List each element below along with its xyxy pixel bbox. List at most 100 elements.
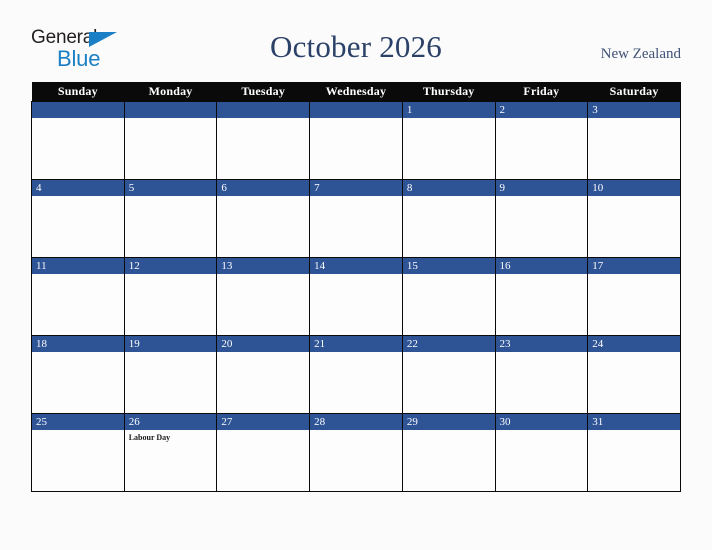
- day-events: [217, 274, 309, 276]
- day-number: 25: [32, 414, 124, 430]
- day-number: 9: [495, 180, 588, 196]
- day-number: [310, 102, 402, 118]
- day-number: 29: [402, 414, 495, 430]
- day-events: [125, 118, 217, 120]
- weekday-header-thursday: Thursday: [402, 82, 496, 102]
- day-number: 23: [495, 336, 588, 352]
- day-cell[interactable]: 29: [401, 413, 496, 492]
- day-events: [310, 430, 402, 432]
- week-row: 1 2 3: [31, 101, 681, 180]
- day-events: [217, 118, 309, 120]
- day-number: 13: [217, 258, 310, 274]
- weekday-header-friday: Friday: [495, 82, 588, 102]
- day-events: [496, 430, 588, 432]
- day-events: [496, 196, 588, 198]
- day-cell[interactable]: 23: [494, 335, 589, 414]
- day-events: [125, 352, 217, 354]
- day-cell[interactable]: 24: [587, 335, 681, 414]
- day-cell[interactable]: 1: [401, 101, 496, 180]
- day-cell[interactable]: 12: [123, 257, 218, 336]
- week-row: 18 19 20 21 22 23 24: [31, 335, 681, 414]
- day-number: 5: [124, 180, 217, 196]
- day-events: [32, 118, 124, 120]
- day-cell[interactable]: 16: [494, 257, 589, 336]
- day-cell[interactable]: 11: [31, 257, 125, 336]
- day-cell[interactable]: 31: [587, 413, 681, 492]
- day-number: 30: [495, 414, 588, 430]
- day-cell[interactable]: 2: [494, 101, 589, 180]
- day-number: 14: [310, 258, 402, 274]
- day-cell[interactable]: 4: [31, 179, 125, 258]
- day-number: 18: [32, 336, 124, 352]
- day-number: 8: [402, 180, 495, 196]
- day-number: 12: [124, 258, 217, 274]
- day-cell[interactable]: 27: [216, 413, 311, 492]
- day-number: 2: [495, 102, 588, 118]
- calendar-body: 1 2 3 4 5 6 7 8 9 10 11 12 13 14 15 16 1…: [31, 101, 681, 492]
- weekday-header-monday: Monday: [124, 82, 217, 102]
- day-number: [32, 102, 124, 118]
- weekday-header-saturday: Saturday: [587, 82, 681, 102]
- day-number: 3: [588, 102, 680, 118]
- day-cell[interactable]: 21: [309, 335, 403, 414]
- day-number: 10: [588, 180, 680, 196]
- day-number: 4: [32, 180, 124, 196]
- day-cell[interactable]: 15: [401, 257, 496, 336]
- day-events: [403, 352, 495, 354]
- day-events: [403, 118, 495, 120]
- weekday-header-row: Sunday Monday Tuesday Wednesday Thursday…: [31, 82, 681, 102]
- day-cell[interactable]: 28: [309, 413, 403, 492]
- day-cell[interactable]: 3: [587, 101, 681, 180]
- day-number: 16: [495, 258, 588, 274]
- weekday-header-wednesday: Wednesday: [309, 82, 403, 102]
- day-cell[interactable]: [309, 101, 403, 180]
- day-number: 1: [402, 102, 495, 118]
- week-row: 11 12 13 14 15 16 17: [31, 257, 681, 336]
- day-cell[interactable]: 6: [216, 179, 311, 258]
- day-cell[interactable]: 20: [216, 335, 311, 414]
- day-cell[interactable]: [216, 101, 311, 180]
- day-cell[interactable]: 13: [216, 257, 311, 336]
- day-cell[interactable]: 8: [401, 179, 496, 258]
- day-cell[interactable]: 10: [587, 179, 681, 258]
- day-number: 6: [217, 180, 310, 196]
- day-cell[interactable]: 25: [31, 413, 125, 492]
- day-number: 17: [588, 258, 680, 274]
- day-number: [124, 102, 217, 118]
- day-events: [310, 274, 402, 276]
- day-cell[interactable]: 9: [494, 179, 589, 258]
- day-cell[interactable]: 26 Labour Day: [123, 413, 218, 492]
- day-cell[interactable]: 22: [401, 335, 496, 414]
- day-events: [310, 352, 402, 354]
- day-cell[interactable]: [123, 101, 218, 180]
- week-row: 25 26 Labour Day 27 28 29 30 31: [31, 413, 681, 492]
- day-events: [496, 118, 588, 120]
- country-label: New Zealand: [600, 46, 681, 62]
- day-cell[interactable]: 7: [309, 179, 403, 258]
- day-events: [217, 430, 309, 432]
- day-events: [125, 196, 217, 198]
- day-events: [32, 196, 124, 198]
- weekday-header-tuesday: Tuesday: [216, 82, 310, 102]
- day-cell[interactable]: 19: [123, 335, 218, 414]
- day-number: 31: [588, 414, 680, 430]
- day-number: 19: [124, 336, 217, 352]
- day-number: 27: [217, 414, 310, 430]
- day-cell[interactable]: 18: [31, 335, 125, 414]
- day-events: [310, 118, 402, 120]
- calendar-grid: Sunday Monday Tuesday Wednesday Thursday…: [31, 82, 681, 492]
- day-events: [496, 274, 588, 276]
- day-cell[interactable]: [31, 101, 125, 180]
- day-cell[interactable]: 14: [309, 257, 403, 336]
- day-cell[interactable]: 5: [123, 179, 218, 258]
- day-events: [217, 196, 309, 198]
- day-number: 21: [310, 336, 402, 352]
- day-events: [588, 274, 680, 276]
- day-events: [588, 196, 680, 198]
- day-number: 11: [32, 258, 124, 274]
- day-cell[interactable]: 17: [587, 257, 681, 336]
- week-row: 4 5 6 7 8 9 10: [31, 179, 681, 258]
- day-cell[interactable]: 30: [494, 413, 589, 492]
- day-events: [403, 274, 495, 276]
- day-number: 20: [217, 336, 310, 352]
